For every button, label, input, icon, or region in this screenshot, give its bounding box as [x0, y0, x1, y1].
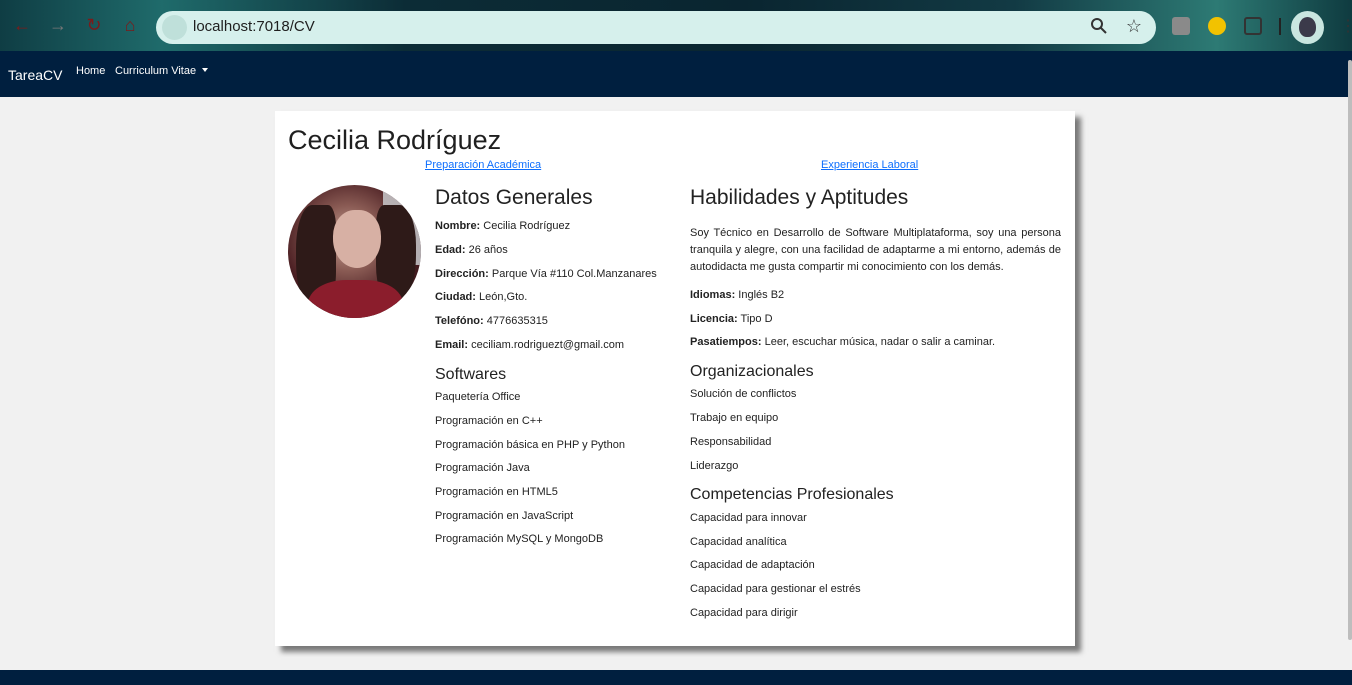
software-item: Paquetería Office — [435, 391, 521, 403]
bookmark-star-icon[interactable]: ☆ — [1126, 16, 1142, 37]
forward-icon[interactable]: → — [47, 14, 69, 36]
software-item: Programación básica en PHP y Python — [435, 439, 625, 451]
extension-help-icon[interactable] — [1172, 17, 1190, 35]
brand-link[interactable]: TareaCV — [8, 67, 62, 83]
skills-row: Idiomas: Inglés B2 — [690, 289, 785, 301]
app-navbar: TareaCV Home Curriculum Vitae — [0, 51, 1352, 97]
general-row: Telefóno: 4776635315 — [435, 315, 548, 327]
competency-item: Capacidad de adaptación — [690, 559, 815, 571]
nav-cv-label: Curriculum Vitae — [115, 65, 197, 77]
competency-item: Capacidad para innovar — [690, 512, 807, 524]
toolbar-divider — [1279, 18, 1281, 35]
tab-work-experience[interactable]: Experiencia Laboral — [821, 159, 918, 171]
url-text: localhost:7018/CV — [193, 18, 315, 35]
skills-row: Licencia: Tipo D — [690, 313, 773, 325]
softwares-title: Softwares — [435, 366, 507, 383]
software-item: Programación en C++ — [435, 415, 543, 427]
reload-icon[interactable]: ↻ — [83, 14, 105, 36]
organizational-item: Liderazgo — [690, 460, 739, 472]
organizational-item: Responsabilidad — [690, 436, 772, 448]
general-row: Edad: 26 años — [435, 244, 508, 256]
general-row: Dirección: Parque Vía #110 Col.Manzanare… — [435, 268, 657, 280]
competency-item: Capacidad para gestionar el estrés — [690, 583, 861, 595]
skills-row: Pasatiempos: Leer, escuchar música, nada… — [690, 336, 996, 348]
profile-avatar[interactable] — [1291, 11, 1324, 44]
general-row: Ciudad: León,Gto. — [435, 291, 528, 303]
general-title: Datos Generales — [435, 186, 593, 209]
software-item: Programación en JavaScript — [435, 510, 574, 522]
organizational-item: Solución de conflictos — [690, 388, 797, 400]
nav-cv-dropdown[interactable]: Curriculum Vitae — [115, 65, 209, 77]
zoom-icon[interactable] — [1090, 17, 1108, 35]
general-row: Email: ceciliam.rodriguezt@gmail.com — [435, 339, 625, 351]
competency-item: Capacidad para dirigir — [690, 607, 798, 619]
skills-summary: Soy Técnico en Desarrollo de Software Mu… — [690, 227, 1061, 273]
organizational-title: Organizacionales — [690, 363, 814, 380]
page-title: Cecilia Rodríguez — [288, 125, 502, 155]
software-item: Programación en HTML5 — [435, 486, 558, 498]
extensions-puzzle-icon[interactable] — [1244, 17, 1262, 35]
competency-item: Capacidad analítica — [690, 536, 787, 548]
tab-academic[interactable]: Preparación Académica — [425, 159, 541, 171]
software-item: Programación MySQL y MongoDB — [435, 533, 604, 545]
page-footer — [0, 670, 1352, 685]
nav-home[interactable]: Home — [76, 65, 105, 77]
menu-kebab-icon[interactable]: ⋮ — [1340, 16, 1352, 36]
software-item: Programación Java — [435, 462, 530, 474]
home-icon[interactable]: ⌂ — [119, 14, 141, 36]
chevron-down-icon — [202, 68, 209, 72]
scrollbar[interactable] — [1348, 60, 1352, 640]
extension-icon[interactable] — [1208, 17, 1226, 35]
site-settings-icon[interactable] — [162, 15, 187, 40]
address-bar[interactable]: localhost:7018/CV ☆ — [156, 11, 1156, 44]
cv-card: Cecilia Rodríguez Preparación Académica … — [275, 111, 1075, 646]
browser-toolbar: ← → ↻ ⌂ localhost:7018/CV ☆ ⋮ — [0, 0, 1352, 51]
general-row: Nombre: Cecilia Rodríguez — [435, 220, 571, 232]
competencies-title: Competencias Profesionales — [690, 486, 894, 503]
back-icon[interactable]: ← — [11, 14, 33, 36]
skills-title: Habilidades y Aptitudes — [690, 186, 909, 209]
organizational-item: Trabajo en equipo — [690, 412, 779, 424]
profile-photo — [288, 185, 421, 318]
